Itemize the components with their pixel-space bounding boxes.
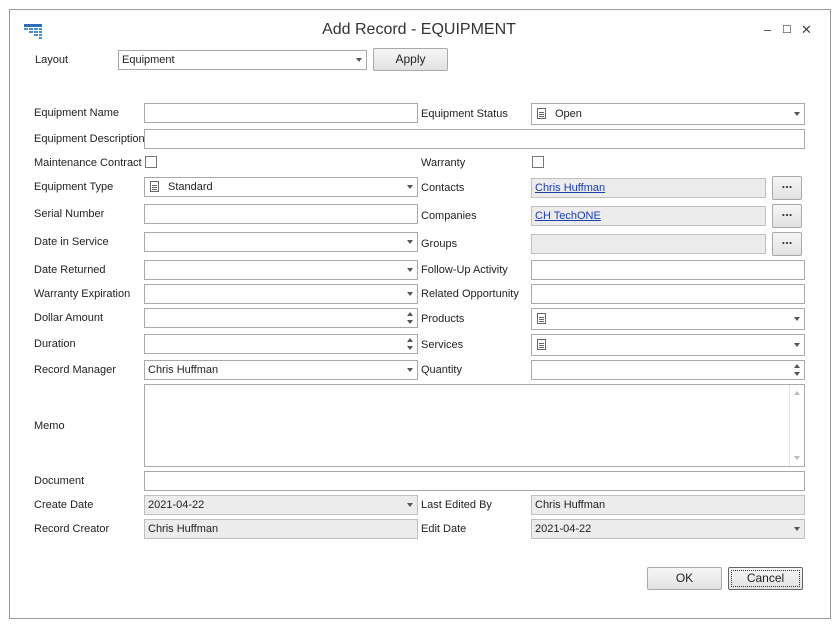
chevron-down-icon [794, 343, 800, 347]
chevron-down-icon [794, 527, 800, 531]
groups-label: Groups [421, 238, 458, 250]
services-label: Services [421, 339, 464, 351]
edit-date-field: 2021-04-22 [531, 519, 805, 539]
products-label: Products [421, 313, 465, 325]
maximize-button[interactable]: ☐ [782, 23, 792, 37]
chevron-down-icon [407, 240, 413, 244]
document-icon [537, 339, 546, 350]
document-icon [537, 313, 546, 324]
memo-scrollbar[interactable] [789, 385, 804, 466]
related-opportunity-label: Related Opportunity [421, 288, 519, 300]
warranty-expiration-picker[interactable] [144, 284, 418, 304]
record-creator-label: Record Creator [34, 523, 110, 535]
chevron-down-icon [407, 292, 413, 296]
dollar-amount-label: Dollar Amount [34, 312, 104, 324]
equipment-name-input[interactable] [144, 103, 418, 123]
edit-date-label: Edit Date [421, 523, 467, 535]
record-manager-label: Record Manager [34, 364, 116, 376]
groups-field [531, 234, 766, 254]
minimize-button[interactable]: – [764, 23, 771, 37]
date-in-service-label: Date in Service [34, 236, 109, 248]
spin-down-icon[interactable] [407, 320, 413, 324]
date-in-service-picker[interactable] [144, 232, 418, 252]
equipment-description-input[interactable] [144, 129, 805, 149]
document-label: Document [34, 475, 85, 487]
duration-spinner[interactable] [144, 334, 418, 354]
spin-down-icon[interactable] [794, 372, 800, 376]
services-select[interactable] [531, 334, 805, 356]
contacts-link[interactable]: Chris Huffman [535, 182, 605, 194]
create-date-value: 2021-04-22 [148, 499, 205, 511]
dollar-amount-spinner[interactable] [144, 308, 418, 328]
equipment-type-select[interactable]: Standard [144, 177, 418, 197]
contacts-field: Chris Huffman [531, 178, 766, 198]
contacts-browse-button[interactable]: ... [772, 176, 802, 200]
memo-label: Memo [34, 420, 65, 432]
equipment-status-select[interactable]: Open [531, 103, 805, 125]
layout-label: Layout [35, 54, 69, 66]
window-title: Add Record - EQUIPMENT [322, 21, 516, 38]
document-input[interactable] [144, 471, 805, 491]
memo-textarea[interactable] [144, 384, 805, 467]
date-returned-picker[interactable] [144, 260, 418, 280]
equipment-type-value: Standard [168, 181, 213, 193]
document-icon [150, 181, 159, 192]
chevron-down-icon [794, 317, 800, 321]
follow-up-activity-input[interactable] [531, 260, 805, 280]
chevron-down-icon [407, 503, 413, 507]
chevron-down-icon [407, 268, 413, 272]
record-manager-select[interactable]: Chris Huffman [144, 360, 418, 380]
follow-up-activity-label: Follow-Up Activity [421, 264, 508, 276]
record-creator-field: Chris Huffman [144, 519, 418, 539]
spin-up-icon[interactable] [794, 364, 800, 368]
equipment-description-label: Equipment Description [34, 133, 145, 145]
last-edited-by-label: Last Edited By [421, 499, 492, 511]
cancel-button[interactable]: Cancel [728, 567, 803, 590]
edit-date-value: 2021-04-22 [535, 523, 592, 535]
document-icon [537, 108, 546, 119]
companies-field: CH TechONE [531, 206, 766, 226]
focus-ring [731, 570, 800, 587]
last-edited-by-field: Chris Huffman [531, 495, 805, 515]
warranty-checkbox[interactable] [532, 156, 544, 168]
equipment-status-value: Open [555, 108, 582, 120]
scroll-up-icon[interactable] [794, 391, 800, 395]
serial-number-label: Serial Number [34, 208, 105, 220]
equipment-status-label: Equipment Status [421, 108, 508, 120]
companies-link[interactable]: CH TechONE [535, 210, 601, 222]
create-date-field: 2021-04-22 [144, 495, 418, 515]
quantity-label: Quantity [421, 364, 462, 376]
date-returned-label: Date Returned [34, 264, 106, 276]
warranty-expiration-label: Warranty Expiration [34, 288, 131, 300]
spin-up-icon[interactable] [407, 338, 413, 342]
equipment-name-label: Equipment Name [34, 107, 119, 119]
ok-button[interactable]: OK [647, 567, 722, 590]
maintenance-contract-label: Maintenance Contract [34, 157, 142, 169]
spin-up-icon[interactable] [407, 312, 413, 316]
scroll-down-icon[interactable] [794, 456, 800, 460]
close-button[interactable]: ✕ [801, 23, 812, 37]
duration-label: Duration [34, 338, 76, 350]
groups-browse-button[interactable]: ... [772, 232, 802, 256]
chevron-down-icon [407, 368, 413, 372]
record-manager-value: Chris Huffman [148, 364, 219, 376]
create-date-label: Create Date [34, 499, 94, 511]
quantity-spinner[interactable] [531, 360, 805, 380]
equipment-type-label: Equipment Type [34, 181, 114, 193]
chevron-down-icon [794, 112, 800, 116]
apply-button[interactable]: Apply [373, 48, 448, 71]
serial-number-input[interactable] [144, 204, 418, 224]
companies-label: Companies [421, 210, 477, 222]
chevron-down-icon [407, 185, 413, 189]
warranty-label: Warranty [421, 157, 466, 169]
contacts-label: Contacts [421, 182, 465, 194]
layout-value: Equipment [122, 54, 175, 66]
spin-down-icon[interactable] [407, 346, 413, 350]
related-opportunity-input[interactable] [531, 284, 805, 304]
products-select[interactable] [531, 308, 805, 330]
layout-select[interactable]: Equipment [118, 50, 367, 70]
companies-browse-button[interactable]: ... [772, 204, 802, 228]
maintenance-contract-checkbox[interactable] [145, 156, 157, 168]
chevron-down-icon [356, 58, 362, 62]
